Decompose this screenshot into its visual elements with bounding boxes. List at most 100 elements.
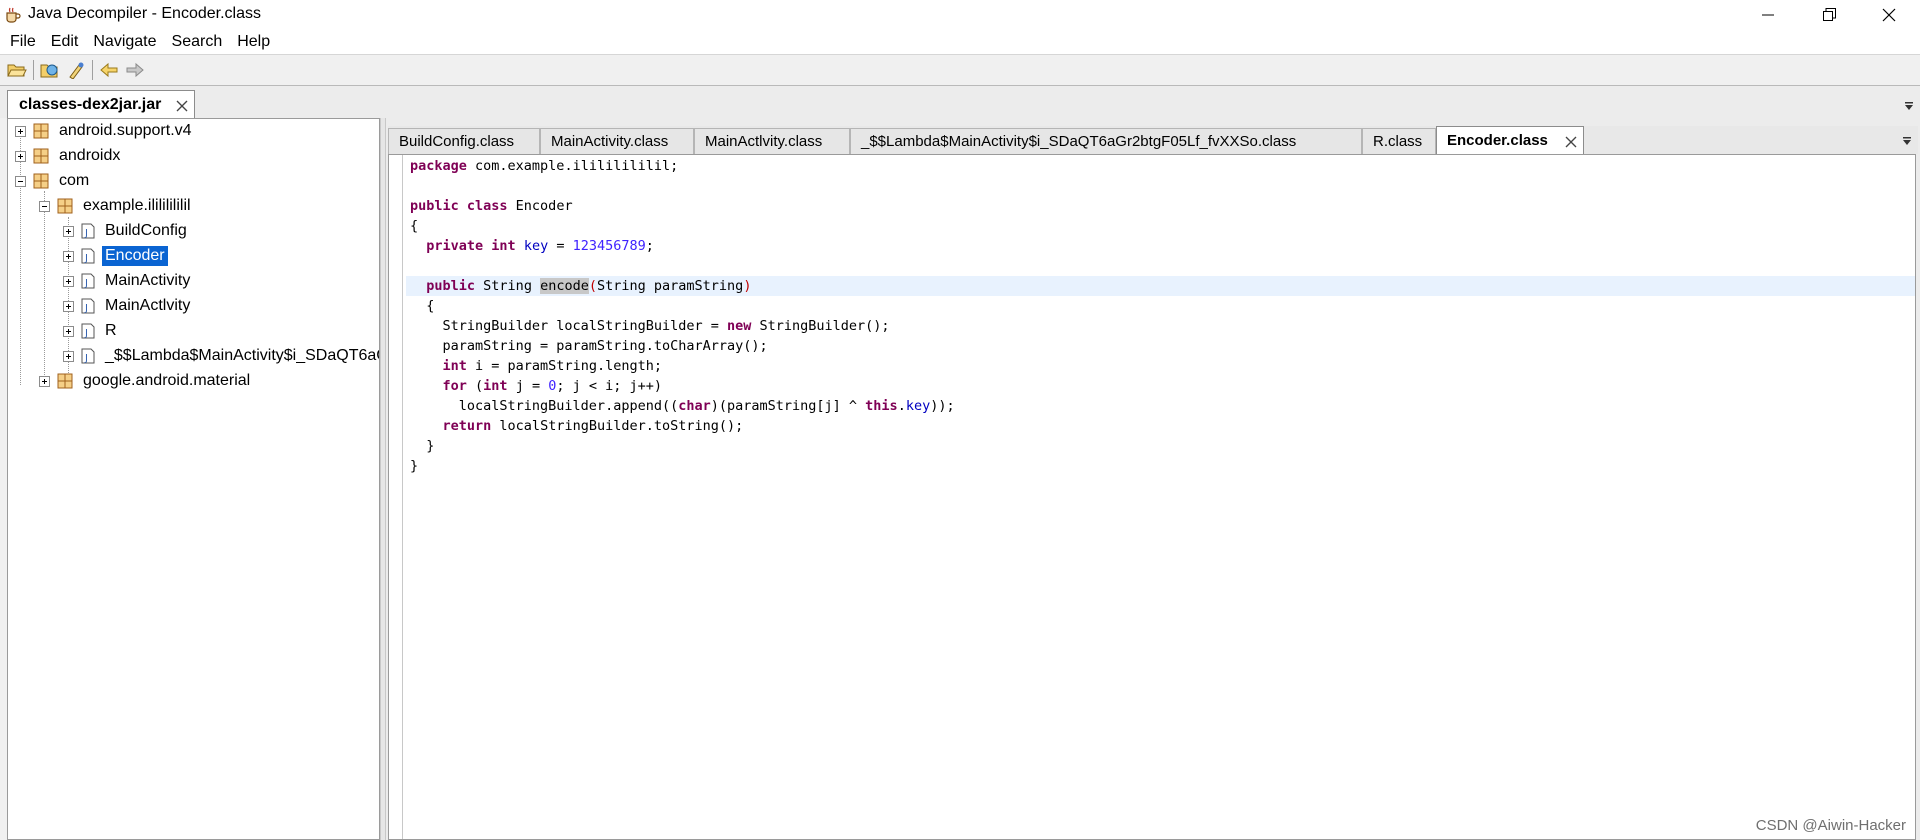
tree-item-label: androidx — [59, 147, 121, 164]
expand-icon[interactable] — [15, 150, 26, 162]
menu-file[interactable]: File — [4, 33, 42, 51]
tab-lambda-class[interactable]: _$$Lambda$MainActivity$i_SDaQT6aGr2btgF0… — [850, 128, 1362, 154]
tree-item-com[interactable]: com — [15, 169, 92, 193]
tree-item-label: R — [105, 322, 117, 339]
class-tab-strip: BuildConfig.class MainActivity.class Mai… — [388, 126, 1918, 154]
tab-mainactivity-class[interactable]: MainActivity.class — [540, 128, 694, 154]
tree-item-r[interactable]: J R — [63, 319, 120, 343]
tab-list-dropdown-icon[interactable] — [1902, 136, 1912, 146]
tree-item-mainactivity[interactable]: J MainActivity — [63, 269, 193, 293]
expand-icon[interactable] — [15, 125, 26, 137]
open-type-button[interactable] — [37, 58, 63, 82]
code-line: public class Encoder — [410, 198, 573, 214]
expand-icon[interactable] — [63, 225, 74, 237]
open-file-button[interactable] — [4, 58, 30, 82]
code-line-highlighted: public String encode(String paramString) — [406, 276, 1915, 296]
java-file-icon: J — [81, 323, 95, 339]
tab-list-dropdown-icon[interactable] — [1904, 101, 1914, 111]
tab-label: _$$Lambda$MainActivity$i_SDaQT6aGr2btgF0… — [861, 133, 1297, 150]
tab-mainactlvity-class[interactable]: MainActlvity.class — [694, 128, 850, 154]
search-icon — [69, 62, 84, 79]
close-icon[interactable] — [175, 99, 189, 113]
svg-text:J: J — [84, 303, 88, 314]
menu-edit[interactable]: Edit — [45, 33, 85, 51]
package-icon — [57, 198, 73, 214]
tree-item-androidx[interactable]: androidx — [15, 144, 123, 168]
tree-item-buildconfig[interactable]: J BuildConfig — [63, 219, 190, 243]
tree-item-android-support-v4[interactable]: android.support.v4 — [15, 119, 195, 143]
code-line: int i = paramString.length; — [442, 358, 662, 374]
search-button[interactable] — [63, 58, 89, 82]
tab-buildconfig-class[interactable]: BuildConfig.class — [388, 128, 540, 154]
editor-panel: BuildConfig.class MainActivity.class Mai… — [386, 118, 1920, 840]
tab-label: classes-dex2jar.jar — [19, 95, 162, 113]
expand-icon[interactable] — [63, 250, 74, 262]
menu-help[interactable]: Help — [231, 33, 276, 51]
menu-navigate[interactable]: Navigate — [87, 33, 162, 51]
tree-item-mainactlvity[interactable]: J MainActlvity — [63, 294, 193, 318]
tree-item-label: example.ilililililil — [83, 197, 191, 214]
expand-icon[interactable] — [63, 350, 74, 362]
coffee-cup-icon — [6, 7, 21, 23]
forward-button[interactable] — [122, 58, 148, 82]
svg-text:J: J — [84, 253, 88, 264]
tab-classes-dex2jar[interactable]: classes-dex2jar.jar — [7, 90, 195, 118]
menu-search[interactable]: Search — [166, 33, 229, 51]
code-line: private int key = 123456789; — [426, 238, 654, 254]
forward-arrow-icon — [126, 62, 144, 78]
code-area[interactable]: package com.example.ilililililil; public… — [406, 156, 1915, 476]
code-line: } — [410, 458, 419, 474]
java-file-icon: J — [81, 248, 95, 264]
svg-text:J: J — [84, 353, 88, 364]
source-code-view[interactable]: package com.example.ilililililil; public… — [388, 154, 1916, 840]
watermark: CSDN @Aiwin-Hacker — [1755, 817, 1906, 834]
tree-item-encoder[interactable]: J Encoder — [63, 244, 168, 268]
window-title: Java Decompiler - Encoder.class — [28, 5, 261, 22]
expand-icon[interactable] — [63, 325, 74, 337]
code-line: localStringBuilder.append((char)(paramSt… — [410, 398, 955, 414]
tree-item-lambda[interactable]: J _$$Lambda$MainActivity$i_SDaQT6aG — [63, 344, 380, 368]
tree-item-label: MainActivity — [105, 272, 191, 289]
tree-item-label: google.android.material — [83, 372, 251, 389]
package-tree[interactable]: android.support.v4 androidx com example.… — [7, 118, 380, 840]
expand-icon[interactable] — [63, 275, 74, 287]
editor-gutter — [389, 155, 403, 839]
java-file-icon: J — [81, 348, 95, 364]
collapse-icon[interactable] — [15, 175, 26, 187]
java-file-icon: J — [81, 223, 95, 239]
code-line: for (int j = 0; j < i; j++) — [442, 378, 663, 394]
tree-connector — [44, 191, 45, 385]
back-button[interactable] — [96, 58, 122, 82]
tab-encoder-class[interactable]: Encoder.class — [1436, 126, 1584, 154]
java-file-icon: J — [81, 298, 95, 314]
restore-button[interactable] — [1800, 0, 1858, 29]
package-icon — [33, 173, 49, 189]
package-icon — [33, 148, 49, 164]
code-line: package com.example.ilililililil; — [410, 158, 679, 174]
close-icon[interactable] — [1564, 135, 1578, 149]
back-arrow-icon — [100, 62, 118, 78]
expand-icon[interactable] — [63, 300, 74, 312]
collapse-icon[interactable] — [39, 200, 50, 212]
tree-item-google-android-material[interactable]: google.android.material — [39, 369, 253, 393]
close-window-button[interactable] — [1860, 0, 1918, 29]
tree-item-label: com — [59, 172, 90, 189]
minimize-button[interactable] — [1739, 0, 1797, 29]
tree-item-label: _$$Lambda$MainActivity$i_SDaQT6aG — [105, 347, 380, 364]
code-line: return localStringBuilder.toString(); — [442, 418, 744, 434]
tab-label: MainActivity.class — [551, 133, 669, 150]
tab-label: MainActlvity.class — [705, 133, 823, 150]
close-icon — [1882, 8, 1896, 21]
tab-label: R.class — [1373, 133, 1423, 150]
tab-r-class[interactable]: R.class — [1362, 128, 1436, 154]
code-line: { — [410, 298, 435, 314]
code-line: } — [410, 438, 435, 454]
svg-text:J: J — [84, 328, 88, 339]
tree-item-example-package[interactable]: example.ilililililil — [39, 194, 194, 218]
expand-icon[interactable] — [39, 375, 50, 387]
tree-item-label: android.support.v4 — [59, 122, 192, 139]
code-line: { — [410, 218, 419, 234]
toolbar — [0, 54, 1920, 86]
toolbar-separator — [92, 60, 93, 80]
